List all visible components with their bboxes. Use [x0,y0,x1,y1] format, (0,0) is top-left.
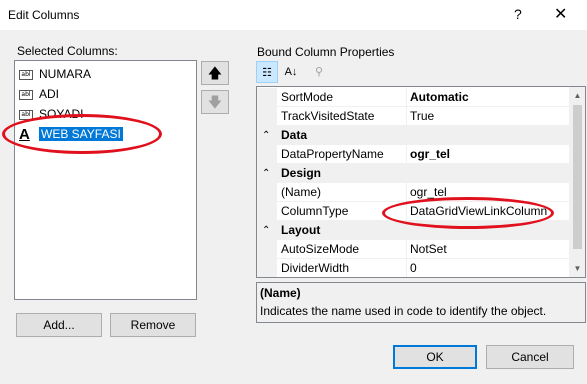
scroll-up-icon[interactable]: ▲ [569,87,585,104]
category-data[interactable]: ⌃ Data [257,126,569,145]
categorized-icon[interactable]: ☷ [256,61,278,83]
category-name: Layout [281,223,321,237]
move-up-button[interactable]: 🡅 [201,61,229,85]
category-name: Design [281,166,322,180]
red-annotation-ellipse [382,197,554,229]
remove-button[interactable]: Remove [110,313,196,337]
title-bar: Edit Columns ? ✕ [0,0,587,30]
red-annotation-ellipse [2,114,162,154]
property-row-autosizemode[interactable]: AutoSizeMode NotSet [257,240,569,259]
add-button[interactable]: Add... [16,313,102,337]
property-value[interactable]: True [410,107,568,125]
collapse-icon[interactable]: ⌃ [262,164,270,183]
list-item[interactable]: abl ADI [19,85,59,103]
property-name: TrackVisitedState [281,107,407,125]
selected-columns-list[interactable]: abl NUMARA abl ADI abl SOYADI A WEB SAYFASI [14,60,197,300]
collapse-icon[interactable]: ⌃ [262,126,270,145]
description-text: Indicates the name used in code to ident… [260,304,547,318]
category-name: Data [281,128,308,142]
property-row-trackvisitedstate[interactable]: TrackVisitedState True [257,107,569,126]
property-pages-icon[interactable]: ⚲ [308,61,330,83]
bound-column-properties-label: Bound Column Properties [257,45,395,59]
window-title: Edit Columns [8,8,80,22]
column-name: ADI [39,87,60,101]
textbox-column-icon: abl [19,69,33,80]
selected-columns-label: Selected Columns: [17,44,118,58]
property-name: AutoSizeMode [281,240,407,258]
category-design[interactable]: ⌃ Design [257,164,569,183]
property-name: (Name) [281,183,407,201]
scroll-down-icon[interactable]: ▼ [569,260,585,277]
ok-button[interactable]: OK [393,345,477,369]
column-name: NUMARA [39,67,92,81]
property-grid: SortMode Automatic TrackVisitedState Tru… [256,86,586,278]
property-value[interactable]: 0 [410,259,568,277]
property-name: SortMode [281,88,407,106]
collapse-icon[interactable]: ⌃ [262,221,270,240]
property-name: DataPropertyName [281,145,407,163]
close-button[interactable]: ✕ [554,4,567,24]
property-name: DividerWidth [281,259,407,277]
property-row-datapropertyname[interactable]: DataPropertyName ogr_tel [257,145,569,164]
description-title: (Name) [260,286,301,300]
alphabetical-sort-icon[interactable]: A↓ [280,61,302,83]
textbox-column-icon: abl [19,89,33,100]
property-row-name[interactable]: (Name) ogr_tel [257,183,569,202]
property-value[interactable]: Automatic [410,88,568,106]
cancel-button[interactable]: Cancel [486,345,574,369]
property-row-dividerwidth[interactable]: DividerWidth 0 [257,259,569,277]
move-down-button[interactable]: 🡇 [201,90,229,114]
description-panel: (Name) Indicates the name used in code t… [256,282,586,323]
help-button[interactable]: ? [514,6,522,22]
property-value[interactable]: ogr_tel [410,145,568,163]
property-row-sortmode[interactable]: SortMode Automatic [257,88,569,107]
scrollbar-thumb[interactable] [573,105,582,249]
list-item[interactable]: abl NUMARA [19,65,91,83]
vertical-scrollbar[interactable]: ▲ ▼ [569,87,585,277]
property-value[interactable]: NotSet [410,240,568,258]
